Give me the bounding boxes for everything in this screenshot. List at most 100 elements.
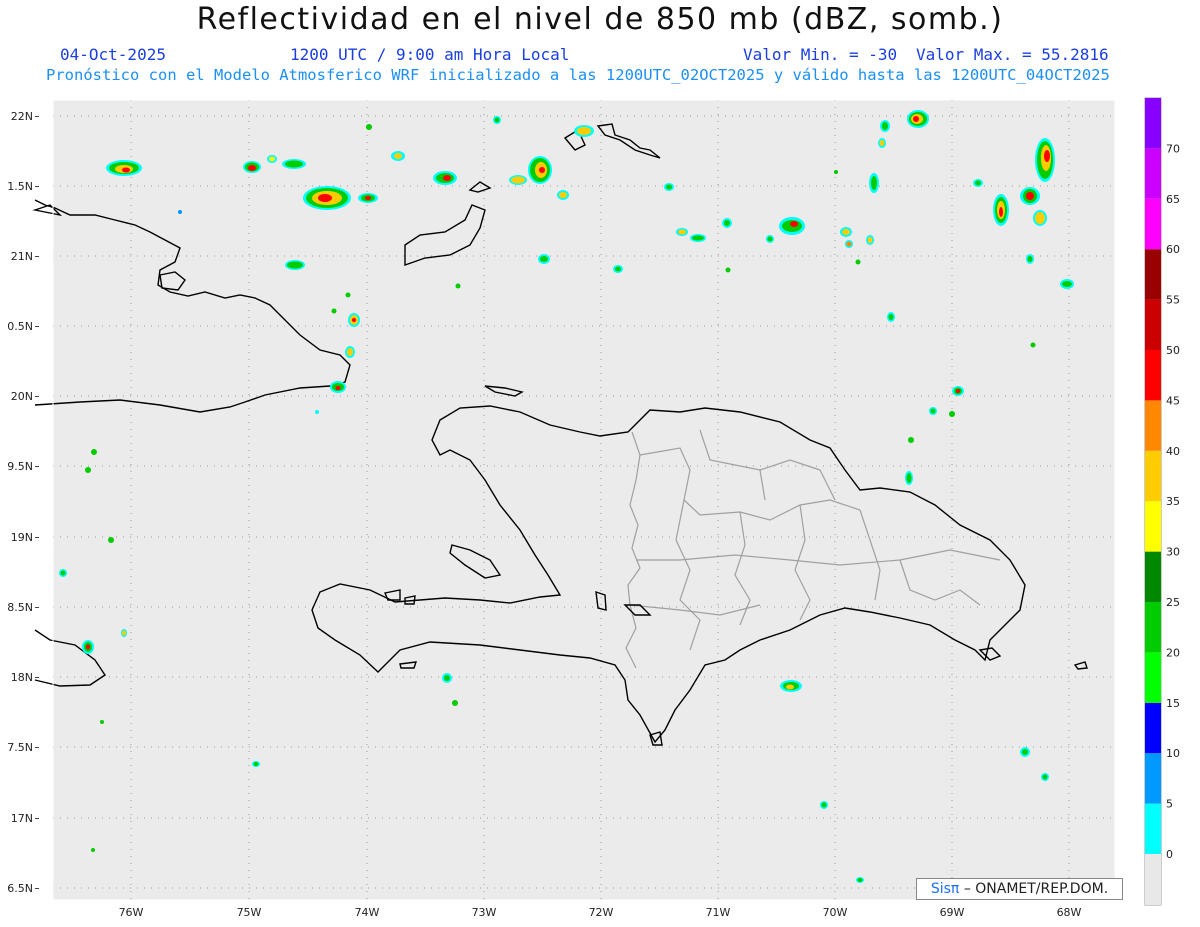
legend-swatch xyxy=(1145,450,1161,502)
lat-label: 6.5N xyxy=(7,882,33,895)
lat-tick xyxy=(35,186,39,187)
cell xyxy=(345,346,355,358)
cell xyxy=(121,629,127,637)
legend-swatch xyxy=(1145,652,1161,703)
cell xyxy=(855,259,861,265)
sispi-logo: Sisπ xyxy=(930,881,960,897)
cell xyxy=(303,186,351,210)
legend-swatch xyxy=(1145,148,1161,199)
legend-level-label: 50 xyxy=(1166,344,1180,357)
legend-level-label: 35 xyxy=(1166,495,1180,508)
lon-label: 75W xyxy=(237,906,262,919)
lat-tick xyxy=(35,888,39,889)
cell xyxy=(59,569,67,577)
cell xyxy=(676,228,688,236)
cell xyxy=(391,151,405,161)
cell xyxy=(664,183,674,191)
cell xyxy=(574,125,594,137)
legend-swatch xyxy=(1145,299,1161,350)
cell xyxy=(780,680,802,692)
cell xyxy=(949,411,955,417)
cell xyxy=(779,217,805,235)
cell xyxy=(455,283,461,289)
lat-tick xyxy=(35,747,39,748)
lat-tick xyxy=(35,116,39,117)
lon-label: 68W xyxy=(1057,906,1082,919)
lon-label: 69W xyxy=(940,906,965,919)
cell xyxy=(856,877,864,883)
lat-label: 17N xyxy=(11,812,33,825)
cell xyxy=(331,308,337,314)
cell xyxy=(243,161,261,173)
lon-label: 76W xyxy=(119,906,144,919)
cell xyxy=(613,265,623,273)
credit-text: – ONAMET/REP.DOM. xyxy=(963,881,1109,897)
lat-tick xyxy=(35,396,39,397)
lat-axis: 22N 1.5N 21N 0.5N 20N 9.5N 19N 8.5N 18N … xyxy=(7,110,33,895)
cell xyxy=(869,173,879,193)
legend-level-label: 0 xyxy=(1166,848,1173,861)
lon-label: 72W xyxy=(589,906,614,919)
lat-label: 1.5N xyxy=(7,180,33,193)
cell xyxy=(1020,747,1030,757)
lat-tick xyxy=(35,607,39,608)
cell xyxy=(952,386,964,396)
cell xyxy=(348,313,360,327)
lat-label: 8.5N xyxy=(7,601,33,614)
lat-tick xyxy=(35,677,39,678)
cell xyxy=(880,120,890,132)
legend-swatch xyxy=(1145,753,1161,804)
cell xyxy=(834,170,838,174)
lat-label: 20N xyxy=(11,390,33,403)
legend-level-label: 60 xyxy=(1166,243,1180,256)
lat-tick xyxy=(35,818,39,819)
cell xyxy=(330,381,346,393)
legend-swatch xyxy=(1145,249,1161,300)
cell xyxy=(690,234,706,242)
legend-level-label: 5 xyxy=(1166,798,1173,811)
cell xyxy=(345,292,351,298)
cell xyxy=(100,720,104,724)
cell xyxy=(509,175,527,185)
legend-level-label: 25 xyxy=(1166,596,1180,609)
lat-tick xyxy=(35,537,39,538)
legend-level-label: 30 xyxy=(1166,546,1180,559)
legend-swatch xyxy=(1145,602,1161,653)
lat-label: 7.5N xyxy=(7,741,33,754)
legend-level-label: 45 xyxy=(1166,394,1180,407)
cell xyxy=(766,235,774,243)
legend-swatch xyxy=(1145,350,1161,401)
lon-label: 71W xyxy=(706,906,731,919)
cell xyxy=(887,312,895,322)
cell xyxy=(1026,254,1034,264)
cell xyxy=(905,471,913,485)
cell xyxy=(1030,342,1036,348)
lon-label: 74W xyxy=(355,906,380,919)
cell xyxy=(282,159,306,169)
cell xyxy=(1020,187,1040,205)
cell xyxy=(358,193,378,203)
cell xyxy=(907,110,929,128)
cell xyxy=(528,156,552,184)
cell xyxy=(452,700,458,706)
legend-level-label: 15 xyxy=(1166,697,1180,710)
legend-swatch xyxy=(1145,98,1161,149)
cell xyxy=(1035,138,1055,182)
lat-tick xyxy=(35,466,39,467)
cell xyxy=(285,260,305,270)
legend-swatch xyxy=(1145,400,1161,451)
lat-label: 19N xyxy=(11,531,33,544)
cell xyxy=(108,537,114,543)
cell xyxy=(82,640,94,654)
map-area xyxy=(53,100,1115,900)
legend-swatch xyxy=(1145,198,1161,250)
cell xyxy=(85,467,91,473)
cell xyxy=(366,124,372,130)
lat-tick xyxy=(35,256,39,257)
cell xyxy=(91,848,95,852)
legend-swatch xyxy=(1145,501,1161,552)
cell xyxy=(929,407,937,415)
cell xyxy=(91,449,97,455)
cell xyxy=(178,210,182,214)
legend-swatch xyxy=(1145,702,1161,754)
